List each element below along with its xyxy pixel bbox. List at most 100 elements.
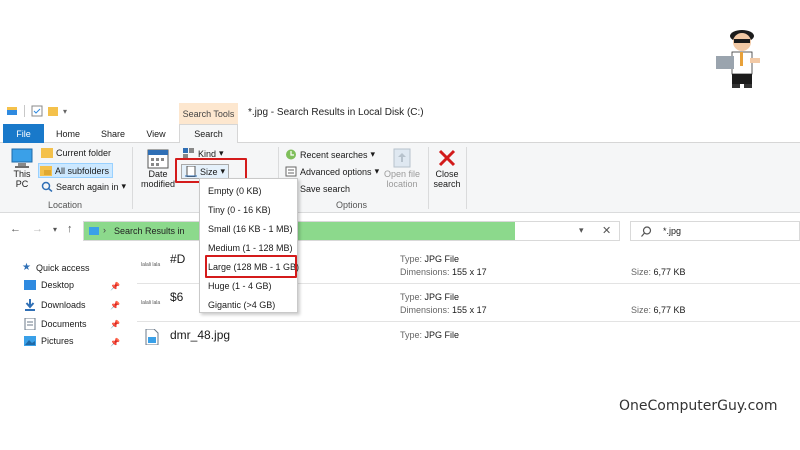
group-separator xyxy=(132,147,133,209)
size-option-empty[interactable]: Empty (0 KB) xyxy=(200,181,297,200)
size-option-huge[interactable]: Huge (1 - 4 GB) xyxy=(200,276,297,295)
quick-access-toolbar: ▾ xyxy=(6,105,67,117)
search-again-label: Search again in xyxy=(56,181,119,192)
open-file-location-icon xyxy=(393,148,411,168)
address-bar[interactable]: › Search Results in ▾ ✕ xyxy=(83,221,620,241)
nav-desktop[interactable]: Desktop xyxy=(24,280,74,290)
options-group-label: Options xyxy=(336,200,368,210)
type-label: Type: xyxy=(400,330,423,340)
nav-pictures[interactable]: Pictures xyxy=(24,336,74,346)
dimensions-value: 155 x 17 xyxy=(452,267,487,277)
tab-file[interactable]: File xyxy=(3,124,44,143)
file-type: Type: JPG File xyxy=(400,330,459,340)
date-label-line2: modified xyxy=(140,179,176,189)
ribbon-tabs: File Home Share View Search xyxy=(0,124,800,144)
size-label: Size: xyxy=(631,305,652,315)
tab-view[interactable]: View xyxy=(138,124,174,143)
forward-arrow-icon[interactable]: → xyxy=(32,223,43,235)
site-watermark: OneComputerGuy.com xyxy=(619,398,778,414)
star-icon: ★ xyxy=(22,262,31,273)
downloads-icon xyxy=(25,299,35,311)
search-again-icon xyxy=(41,181,53,192)
qat-dropdown-icon[interactable]: ▾ xyxy=(63,107,67,116)
size-dropdown-menu: Empty (0 KB) Tiny (0 - 16 KB) Small (16 … xyxy=(199,178,299,314)
large-option-highlight-box xyxy=(205,255,297,278)
kind-label: Kind xyxy=(198,148,217,159)
back-arrow-icon[interactable]: ← xyxy=(10,223,21,235)
navigation-pane: ★ Quick access Desktop 📌 Downloads 📌 Doc… xyxy=(0,252,130,350)
nav-quick-access-label: Quick access xyxy=(35,262,90,273)
table-row[interactable]: dmr_48.jpg Type: JPG File xyxy=(137,323,800,350)
subfolders-icon xyxy=(40,166,52,176)
advanced-options-button[interactable]: Advanced options ▾ xyxy=(285,166,379,177)
current-folder-button[interactable]: Current folder xyxy=(41,147,111,158)
title-bar: ▾ Search Tools *.jpg - Search Results in… xyxy=(0,100,800,124)
chevron-down-icon: ▾ xyxy=(374,166,380,176)
documents-icon xyxy=(24,318,36,330)
pin-icon[interactable]: 📌 xyxy=(110,320,120,329)
up-arrow-icon[interactable]: ↑ xyxy=(67,223,73,235)
file-size: Size: 6,77 KB xyxy=(631,305,686,315)
address-dropdown-icon[interactable]: ▾ xyxy=(579,225,584,236)
clear-search-icon[interactable]: ✕ xyxy=(602,224,611,237)
open-file-location-button[interactable]: Open file location xyxy=(380,147,424,189)
size-option-small[interactable]: Small (16 KB - 1 MB) xyxy=(200,219,297,238)
search-input[interactable]: *.jpg xyxy=(630,221,800,241)
nav-desktop-label: Desktop xyxy=(41,280,75,290)
image-thumbnail-icon: lalali lala xyxy=(141,300,160,306)
onecomputerguy-mascot-logo xyxy=(716,30,760,88)
breadcrumb-chevron-icon: › xyxy=(103,225,106,235)
nav-documents[interactable]: Documents xyxy=(24,318,87,330)
type-value: JPG File xyxy=(424,330,460,340)
tab-home[interactable]: Home xyxy=(48,124,88,143)
recent-searches-icon xyxy=(286,149,296,160)
close-search-line1: Close xyxy=(435,169,459,179)
image-thumbnail-icon: lalali lala xyxy=(141,262,160,268)
recent-locations-chevron-icon[interactable]: ▾ xyxy=(53,225,57,234)
address-row: ← → ▾ ↑ › Search Results in ▾ ✕ *.jpg xyxy=(0,217,800,243)
file-type: Type: JPG File xyxy=(400,254,459,264)
pin-icon[interactable]: 📌 xyxy=(110,338,120,347)
search-input-value: *.jpg xyxy=(663,226,682,236)
desktop-icon xyxy=(24,280,36,290)
file-name: #D xyxy=(170,252,186,266)
properties-icon[interactable] xyxy=(31,105,43,117)
dimensions-label: Dimensions: xyxy=(400,267,450,277)
search-again-button[interactable]: Search again in ▾ xyxy=(41,181,126,192)
search-results-icon xyxy=(89,227,99,235)
close-search-line2: search xyxy=(433,179,461,189)
date-modified-button[interactable]: Date modified xyxy=(136,149,180,189)
this-pc-label-line2: PC xyxy=(15,179,29,189)
svg-text:lalali lala: lalali lala xyxy=(141,262,160,268)
file-explorer-window: ▾ Search Tools *.jpg - Search Results in… xyxy=(0,100,800,350)
pin-icon[interactable]: 📌 xyxy=(110,282,120,291)
pin-icon[interactable]: 📌 xyxy=(110,301,120,310)
date-label-line1: Date xyxy=(148,169,168,179)
nav-downloads-label: Downloads xyxy=(41,300,86,310)
this-pc-button[interactable]: This PC xyxy=(8,147,36,189)
file-name: dmr_48.jpg xyxy=(170,328,231,342)
size-option-tiny[interactable]: Tiny (0 - 16 KB) xyxy=(200,200,297,219)
nav-downloads[interactable]: Downloads xyxy=(24,299,86,311)
new-folder-icon[interactable] xyxy=(47,105,59,117)
chevron-down-icon: ▾ xyxy=(370,149,376,159)
advanced-options-label: Advanced options xyxy=(300,166,372,177)
tab-share[interactable]: Share xyxy=(92,124,134,143)
nav-quick-access[interactable]: ★ Quick access xyxy=(22,262,90,273)
this-pc-label-line1: This xyxy=(13,169,31,179)
size-option-gigantic[interactable]: Gigantic (>4 GB) xyxy=(200,295,297,314)
toolbar-separator xyxy=(24,105,25,117)
type-value: JPG File xyxy=(424,292,460,302)
tab-search[interactable]: Search xyxy=(179,124,238,144)
open-file-location-line1: Open file xyxy=(383,169,421,179)
window-title: *.jpg - Search Results in Local Disk (C:… xyxy=(248,107,424,118)
close-search-button[interactable]: Close search xyxy=(431,147,463,189)
computer-icon xyxy=(11,148,33,168)
close-icon xyxy=(438,149,456,167)
all-subfolders-button[interactable]: All subfolders xyxy=(38,163,114,178)
file-type: Type: JPG File xyxy=(400,292,459,302)
recent-searches-button[interactable]: Recent searches ▾ xyxy=(285,149,375,160)
size-label: Size: xyxy=(631,267,652,277)
file-size: Size: 6,77 KB xyxy=(631,267,686,277)
group-separator xyxy=(428,147,429,209)
